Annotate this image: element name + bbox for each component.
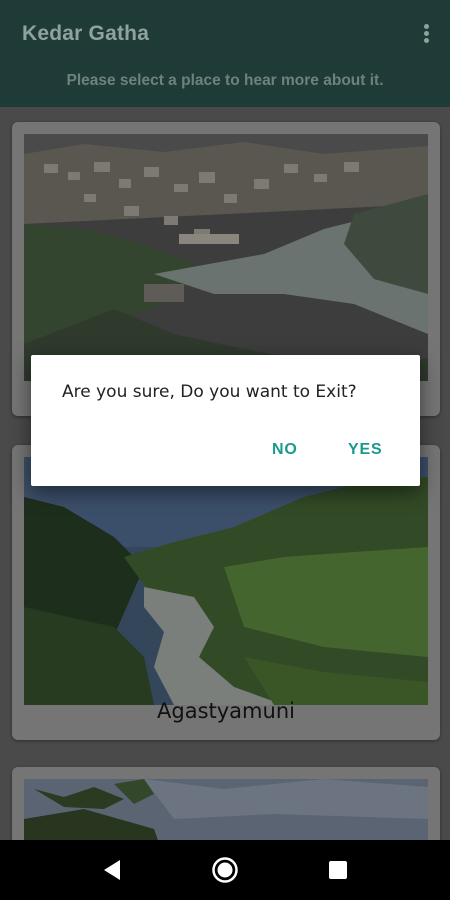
system-nav-bar: [0, 840, 450, 900]
home-icon[interactable]: [211, 856, 239, 888]
exit-dialog: Are you sure, Do you want to Exit? NO YE…: [31, 355, 420, 486]
yes-button[interactable]: YES: [348, 441, 382, 459]
no-button[interactable]: NO: [272, 441, 298, 459]
back-icon[interactable]: [102, 859, 122, 885]
recents-icon[interactable]: [329, 861, 347, 879]
dialog-message: Are you sure, Do you want to Exit?: [62, 382, 357, 402]
